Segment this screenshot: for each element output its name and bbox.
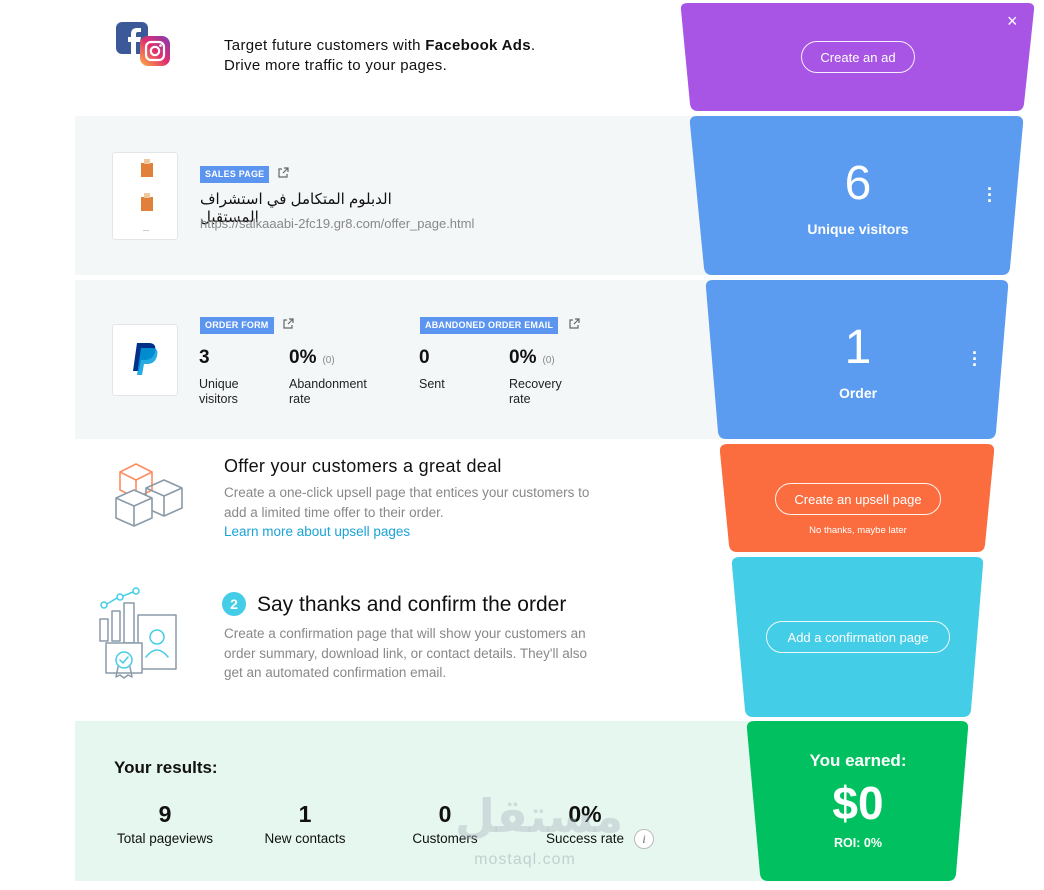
order-stat-value: 0% (0) xyxy=(509,347,555,368)
confirmation-title: Say thanks and confirm the order xyxy=(257,593,567,616)
close-icon[interactable]: × xyxy=(1007,12,1018,30)
sales-page-url[interactable]: https://salkaaabi-2fc19.gr8.com/offer_pa… xyxy=(200,216,474,231)
watermark-arabic: مستقل xyxy=(455,790,624,842)
watermark-latin: mostaql.com xyxy=(474,851,576,868)
abandoned-order-email-tag: ABANDONED ORDER EMAIL xyxy=(420,317,559,334)
order-stat-label: Sent xyxy=(419,377,445,391)
roi-value: ROI: 0% xyxy=(834,836,882,850)
kebab-menu-icon[interactable]: · · · xyxy=(970,344,980,374)
facebook-ads-text: Target future customers with Facebook Ad… xyxy=(224,36,535,76)
order-form-tag: ORDER FORM xyxy=(200,317,274,334)
unique-visitors-label: Unique visitors xyxy=(807,221,909,237)
sales-page-tag: SALES PAGE xyxy=(200,166,270,183)
boxes-icon xyxy=(108,460,188,530)
upsell-description: Create a one-click upsell page that enti… xyxy=(224,483,589,542)
order-count-label: Order xyxy=(838,385,878,401)
results-title: Your results: xyxy=(114,758,218,777)
external-link-icon[interactable] xyxy=(282,315,294,333)
results-value: 1 xyxy=(298,801,312,827)
no-thanks-link[interactable]: No thanks, maybe later xyxy=(758,525,958,536)
order-stat-label: Recovery rate xyxy=(509,377,562,406)
order-stat-value: 0 xyxy=(419,347,430,368)
fb-line2: Drive more traffic to your pages. xyxy=(224,57,448,74)
external-link-icon[interactable] xyxy=(568,315,580,333)
confirmation-description: Create a confirmation page that will sho… xyxy=(224,626,587,680)
earned-label: You earned: xyxy=(809,751,907,770)
kebab-menu-icon[interactable]: · · · xyxy=(985,180,995,210)
results-label: Total pageviews xyxy=(116,831,214,846)
fb-line1-prefix: Target future customers with xyxy=(224,37,426,54)
fb-line1-bold: Facebook Ads xyxy=(425,37,531,54)
learn-more-upsell-link[interactable]: Learn more about upsell pages xyxy=(224,522,589,542)
confirmation-documents-icon xyxy=(98,585,180,680)
order-stat-label: Abandonment rate xyxy=(289,377,367,406)
results-value: 9 xyxy=(158,801,172,827)
fb-line1-suffix: . xyxy=(530,37,536,54)
results-label: New contacts xyxy=(264,831,346,846)
step-number-badge: 2 xyxy=(222,592,246,616)
unique-visitors-value: 6 xyxy=(844,157,872,210)
paypal-thumbnail[interactable] xyxy=(112,324,178,396)
paypal-icon xyxy=(133,343,158,375)
info-icon[interactable]: i xyxy=(634,829,654,849)
external-link-icon[interactable] xyxy=(277,164,289,182)
order-stat-value: 3 xyxy=(199,347,210,368)
create-ad-button[interactable]: Create an ad xyxy=(801,41,915,73)
facebook-instagram-icon xyxy=(114,20,174,72)
create-upsell-page-button[interactable]: Create an upsell page xyxy=(775,483,941,515)
add-confirmation-page-button[interactable]: Add a confirmation page xyxy=(766,621,950,653)
order-count-value: 1 xyxy=(844,321,872,374)
order-stat-value: 0% (0) xyxy=(289,347,335,368)
sales-page-thumbnail[interactable] xyxy=(112,152,178,240)
upsell-title: Offer your customers a great deal xyxy=(224,456,502,476)
earned-value: $0 xyxy=(832,777,884,829)
order-stat-label: Unique visitors xyxy=(199,377,239,406)
